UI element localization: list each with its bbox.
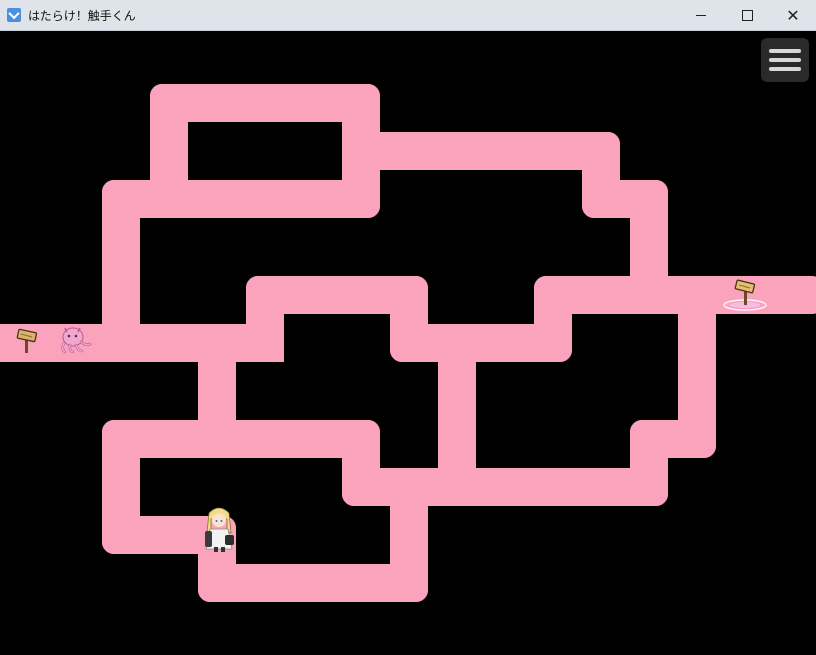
- signpost-with-magic-circle-icon: [723, 279, 767, 311]
- pink-tentacle-creature: [61, 327, 92, 354]
- minimize-icon: [696, 15, 706, 16]
- maze-path: [0, 84, 816, 602]
- window-title: はたらけ！触手くん: [28, 9, 136, 23]
- game-canvas[interactable]: [0, 31, 816, 655]
- wooden-signpost-icon: [16, 328, 38, 353]
- hamburger-menu-icon-bar: [769, 58, 801, 62]
- close-button[interactable]: ✕: [770, 0, 816, 31]
- hamburger-menu-icon-bar: [769, 67, 801, 71]
- close-icon: ✕: [786, 5, 800, 25]
- menu-button[interactable]: [761, 38, 809, 82]
- maximize-icon: [741, 10, 753, 21]
- maximize-button[interactable]: [724, 0, 770, 31]
- window-titlebar: はたらけ！触手くん ✕: [0, 0, 816, 31]
- hamburger-menu-icon-bar: [769, 49, 801, 53]
- app-icon: [7, 8, 21, 22]
- minimize-button[interactable]: [678, 0, 724, 31]
- blonde-girl-character: [205, 507, 234, 552]
